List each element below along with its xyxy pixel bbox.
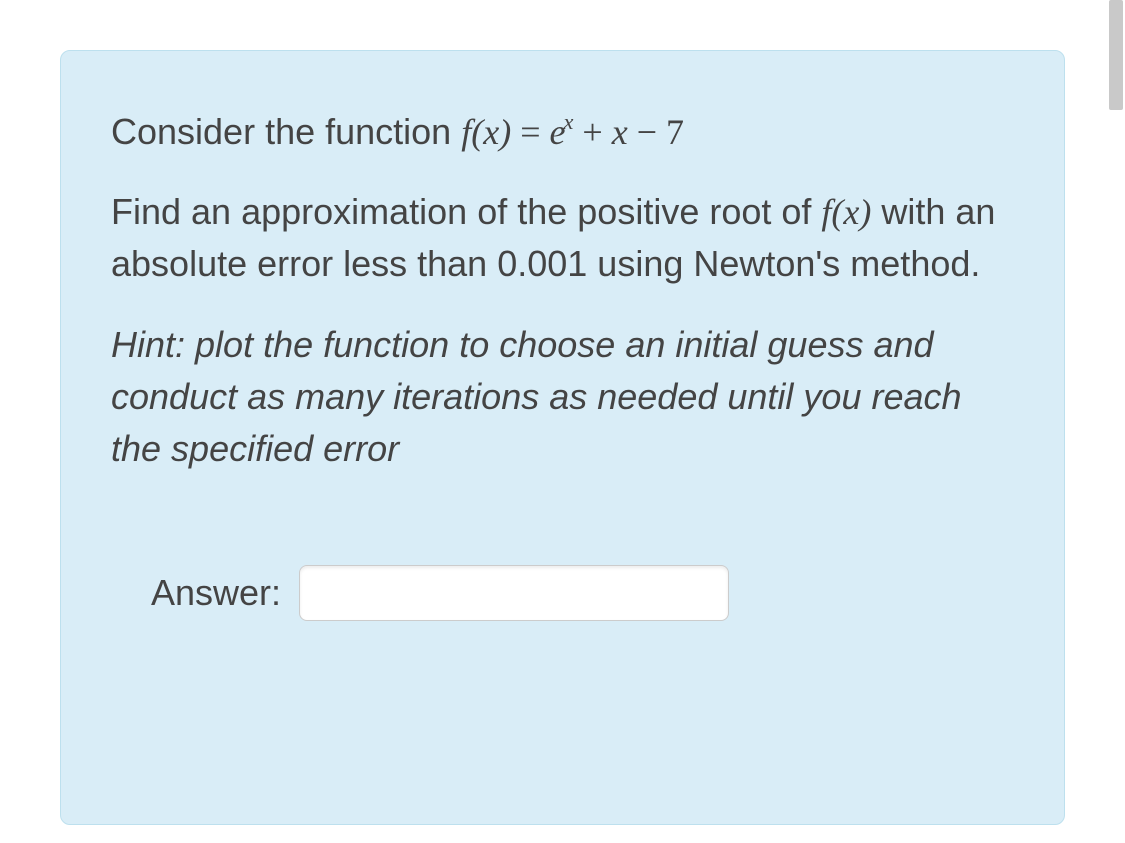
math-minus7: − 7 — [628, 112, 684, 152]
answer-label: Answer: — [151, 572, 281, 614]
math-exp-x: x — [563, 109, 573, 134]
text-intro: Consider the function — [111, 111, 461, 152]
math-eq: = — [511, 112, 549, 152]
answer-input[interactable] — [299, 565, 729, 621]
math-fx: f(x) — [461, 112, 511, 152]
question-card: Consider the function f(x) = ex + x − 7 … — [60, 50, 1065, 825]
text-p2a: Find an approximation of the positive ro… — [111, 191, 821, 232]
question-hint: Hint: plot the function to choose an ini… — [111, 319, 1014, 476]
math-plus: + — [573, 112, 611, 152]
math-fx-2: f(x) — [821, 192, 871, 232]
question-line-2: Find an approximation of the positive ro… — [111, 186, 1014, 290]
scrollbar-track[interactable] — [1107, 0, 1125, 843]
question-line-1: Consider the function f(x) = ex + x − 7 — [111, 106, 1014, 158]
scrollbar-thumb[interactable] — [1109, 0, 1123, 110]
answer-row: Answer: — [151, 565, 1014, 621]
math-x: x — [612, 112, 628, 152]
